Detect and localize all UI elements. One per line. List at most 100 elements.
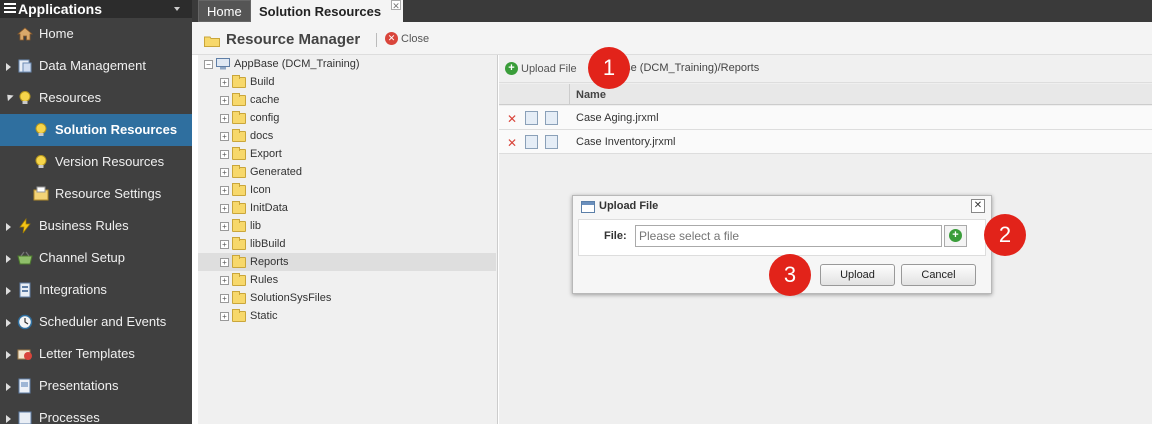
file-label: File: [604,230,627,242]
tree-node-label: docs [250,130,274,142]
expand-toggle-icon[interactable]: + [220,113,229,123]
sidebar-item-business-rules[interactable]: Business Rules [0,210,192,242]
sidebar-item-processes[interactable]: Processes [0,402,192,424]
expand-toggle-icon[interactable]: + [220,77,229,87]
process-icon [18,411,32,424]
sidebar-item-home[interactable]: Home [0,18,192,50]
sidebar-item-solution-resources[interactable]: Solution Resources [0,114,192,146]
copy-icon[interactable] [525,111,538,125]
expand-toggle-icon[interactable]: + [220,311,229,321]
folder-icon [232,110,246,124]
expand-toggle-icon[interactable]: + [220,239,229,249]
sidebar-item-letter-templates[interactable]: Letter Templates [0,338,192,370]
tree-node[interactable]: + Export [220,145,496,163]
sidebar-item-version-resources[interactable]: Version Resources [0,146,192,178]
folder-icon [232,236,246,250]
tree-node[interactable]: + config [220,109,496,127]
tab-home[interactable]: Home [198,0,251,22]
sidebar-item-channel-setup[interactable]: Channel Setup [0,242,192,274]
upload-file-button[interactable]: + Upload File [505,62,577,75]
applications-header[interactable]: Applications [0,0,192,18]
file-name[interactable]: Case Aging.jrxml [576,112,659,124]
tree-node[interactable]: + SolutionSysFiles [220,289,496,307]
expand-toggle-icon[interactable]: + [220,149,229,159]
tree-node-label: lib [250,220,262,232]
folder-icon [232,200,246,214]
sidebar-item-presentations[interactable]: Presentations [0,370,192,402]
tab-close-icon[interactable]: ✕ [391,0,401,11]
tab-solution-resources[interactable]: Solution Resources ✕ [251,0,403,22]
tree-node[interactable]: + Icon [220,181,496,199]
expand-toggle-icon[interactable]: + [220,293,229,303]
sidebar-item-integrations[interactable]: Integrations [0,274,192,306]
delete-icon[interactable]: ✕ [507,136,517,150]
copy-icon[interactable] [525,135,538,149]
dialog-close-button[interactable]: ✕ [971,199,985,213]
tree-node-label: cache [250,94,280,106]
close-button[interactable]: ✕ Close [385,32,429,45]
tree-node[interactable]: + InitData [220,199,496,217]
settings-folder-icon [33,186,49,201]
folder-icon [232,272,246,286]
expand-arrow-icon [6,255,11,263]
window-icon [581,201,595,213]
page-title: Resource Manager [226,31,361,48]
sidebar-item-label: Processes [39,410,100,424]
column-header-name[interactable]: Name [576,89,606,101]
sidebar-item-scheduler-and-events[interactable]: Scheduler and Events [0,306,192,338]
expand-toggle-icon[interactable]: + [220,167,229,177]
expand-toggle-icon[interactable]: + [220,275,229,285]
tree-root[interactable]: − AppBase (DCM_Training) [204,58,360,70]
tree-node-label: Generated [250,166,302,178]
tree-node[interactable]: + Generated [220,163,496,181]
expand-toggle-icon[interactable]: + [220,95,229,105]
tree-node-label: libBuild [250,238,286,250]
sidebar-item-label: Solution Resources [55,122,178,137]
file-name[interactable]: Case Inventory.jrxml [576,136,675,148]
delete-icon[interactable]: ✕ [507,112,517,126]
download-icon[interactable] [545,111,558,125]
sidebar-item-label: Data Management [39,58,146,73]
presentation-icon [18,378,31,394]
tab-bar: Home Solution Resources ✕ [192,0,1152,22]
folder-icon [232,92,246,106]
tree-node[interactable]: + cache [220,91,496,109]
integrations-icon [19,282,31,298]
column-divider [569,84,570,105]
dialog-header[interactable]: Upload File ✕ [573,196,991,218]
hamburger-menu-icon [4,3,16,14]
tree-node[interactable]: + Static [220,307,496,325]
tree-node-label: Build [250,76,275,88]
current-path: ase (DCM_Training)/Reports [619,62,760,74]
table-row[interactable]: ✕ Case Inventory.jrxml [499,130,1152,154]
folder-icon [232,182,246,196]
tree-node[interactable]: + libBuild [220,235,496,253]
tree-node[interactable]: + Reports [198,253,496,271]
tree-node[interactable]: + Build [220,73,496,91]
dialog-body: File: + [578,219,986,256]
table-row[interactable]: ✕ Case Aging.jrxml [499,106,1152,130]
expand-toggle-icon[interactable]: + [220,203,229,213]
sidebar-item-resources[interactable]: Resources [0,82,192,114]
collapse-toggle-icon[interactable]: − [204,59,213,69]
expand-arrow-icon [6,383,11,391]
caret-down-icon [174,7,180,11]
expand-toggle-icon[interactable]: + [220,221,229,231]
expand-arrow-icon [6,223,11,231]
folder-icon [232,290,246,304]
tree-node[interactable]: + docs [220,127,496,145]
expand-toggle-icon[interactable]: + [220,257,229,267]
file-input[interactable] [635,225,942,247]
sidebar-item-resource-settings[interactable]: Resource Settings [0,178,192,210]
expand-toggle-icon[interactable]: + [220,131,229,141]
expand-toggle-icon[interactable]: + [220,185,229,195]
cancel-button[interactable]: Cancel [901,264,976,286]
tree-node[interactable]: + Rules [220,271,496,289]
sidebar-item-label: Letter Templates [39,346,135,361]
browse-file-button[interactable]: + [944,225,967,247]
upload-button[interactable]: Upload [820,264,895,286]
download-icon[interactable] [545,135,558,149]
sidebar-item-label: Scheduler and Events [39,314,167,329]
sidebar-item-data-management[interactable]: Data Management [0,50,192,82]
tree-node[interactable]: + lib [220,217,496,235]
